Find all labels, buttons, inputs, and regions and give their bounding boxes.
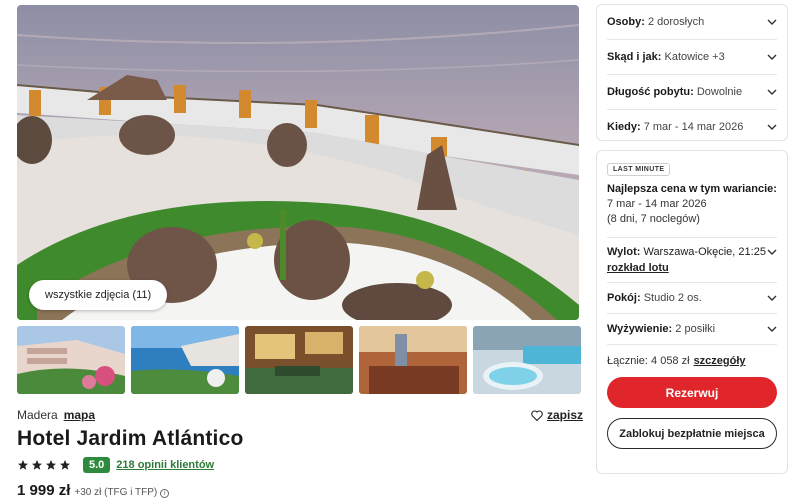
thumbnail-lounge-image — [245, 326, 353, 394]
thumbnail-spa-pool-image — [473, 326, 581, 394]
chevron-down-icon — [767, 124, 777, 130]
star-icon — [32, 460, 42, 470]
from-label: Skąd i jak: — [607, 51, 662, 63]
duration-label: Długość pobytu: — [607, 86, 694, 98]
heart-icon — [531, 409, 543, 421]
hotel-main-photo[interactable]: wszystkie zdjęcia (11) — [17, 5, 579, 320]
save-label: zapisz — [547, 408, 584, 422]
best-price-title: Najlepsza cena w tym wariancie: — [607, 183, 777, 195]
info-icon[interactable]: i — [160, 489, 170, 498]
when-value: 7 mar - 14 mar 2026 — [643, 121, 744, 133]
room-selector[interactable]: Pokój: Studio 2 os. — [597, 283, 787, 313]
flight-section: Wylot: Warszawa-Okęcie, 21:25 rozkład lo… — [597, 246, 787, 274]
hotel-name: Hotel Jardim Atlántico — [17, 427, 244, 450]
flight-selector[interactable]: Wylot: Warszawa-Okęcie, 21:25 — [607, 246, 777, 258]
map-link[interactable]: mapa — [64, 408, 95, 422]
star-icon — [60, 460, 70, 470]
details-link[interactable]: szczegóły — [694, 355, 746, 367]
star-icon — [18, 460, 28, 470]
dates-selector[interactable]: Kiedy: 7 mar - 14 mar 2026 — [597, 110, 787, 144]
book-button[interactable]: Rezerwuj — [607, 377, 777, 408]
departure-selector[interactable]: Skąd i jak: Katowice +3 — [597, 40, 787, 74]
duration-selector[interactable]: Długość pobytu: Dowolnie — [597, 75, 787, 109]
thumbnail-5[interactable] — [473, 326, 581, 394]
total-price: Łącznie: 4 058 zł szczegóły — [597, 345, 787, 367]
reviews-link[interactable]: 218 opinii klientów — [116, 459, 214, 471]
persons-selector[interactable]: Osoby: 2 dorosłych — [597, 5, 787, 39]
divider — [607, 237, 777, 238]
persons-value: 2 dorosłych — [647, 16, 705, 28]
duration-value: Dowolnie — [696, 86, 743, 98]
flight-label: Wylot: — [607, 246, 641, 258]
photo-thumbnails — [17, 326, 581, 394]
garden-sea-photo — [17, 5, 579, 320]
chevron-down-icon — [767, 19, 777, 25]
when-label: Kiedy: — [607, 121, 641, 133]
thumbnail-sea-view-image — [131, 326, 239, 394]
hotel-stars — [17, 459, 71, 471]
rating-row: 5.0 218 opinii klientów — [17, 457, 214, 473]
best-price-info: Najlepsza cena w tym wariancie: 7 mar - … — [597, 176, 787, 227]
board-value: 2 posiłki — [675, 323, 716, 335]
hotel-location: Madera mapa — [17, 408, 95, 422]
score-badge: 5.0 — [83, 457, 111, 473]
best-price-nights: (8 dni, 7 noclegów) — [607, 213, 700, 225]
board-label: Wyżywienie: — [607, 323, 673, 335]
chevron-down-icon — [767, 295, 777, 301]
board-selector[interactable]: Wyżywienie: 2 posiłki — [597, 314, 787, 344]
room-value: Studio 2 os. — [643, 292, 702, 304]
star-icon — [46, 460, 56, 470]
price-extra: +30 zł (TFG i TFP) — [74, 487, 158, 498]
price-row: 1 999 zł +30 zł (TFG i TFP) i — [17, 482, 170, 499]
total-label: Łącznie: 4 058 zł — [607, 355, 690, 367]
thumbnail-1[interactable] — [17, 326, 125, 394]
region-name: Madera — [17, 408, 58, 422]
thumbnail-restaurant-image — [359, 326, 467, 394]
offer-card: LAST MINUTE Najlepsza cena w tym warianc… — [596, 150, 788, 474]
last-minute-badge: LAST MINUTE — [607, 163, 671, 176]
persons-label: Osoby: — [607, 16, 645, 28]
price: 1 999 zł — [17, 482, 71, 499]
room-label: Pokój: — [607, 292, 641, 304]
best-price-dates: 7 mar - 14 mar 2026 — [607, 198, 707, 210]
save-button[interactable]: zapisz — [531, 408, 583, 422]
chevron-down-icon — [767, 326, 777, 332]
thumbnail-3[interactable] — [245, 326, 353, 394]
all-photos-button[interactable]: wszystkie zdjęcia (11) — [29, 280, 168, 310]
chevron-down-icon — [767, 89, 777, 95]
chevron-down-icon — [767, 249, 777, 255]
thumbnail-2[interactable] — [131, 326, 239, 394]
hold-places-button[interactable]: Zablokuj bezpłatnie miejsca — [607, 418, 777, 449]
flight-value: Warszawa-Okęcie, 21:25 — [643, 246, 766, 258]
chevron-down-icon — [767, 54, 777, 60]
flight-schedule-link[interactable]: rozkład lotu — [607, 262, 777, 274]
from-value: Katowice +3 — [664, 51, 725, 63]
thumbnail-hotel-facade-image — [17, 326, 125, 394]
search-params-card: Osoby: 2 dorosłych Skąd i jak: Katowice … — [596, 4, 788, 141]
thumbnail-4[interactable] — [359, 326, 467, 394]
